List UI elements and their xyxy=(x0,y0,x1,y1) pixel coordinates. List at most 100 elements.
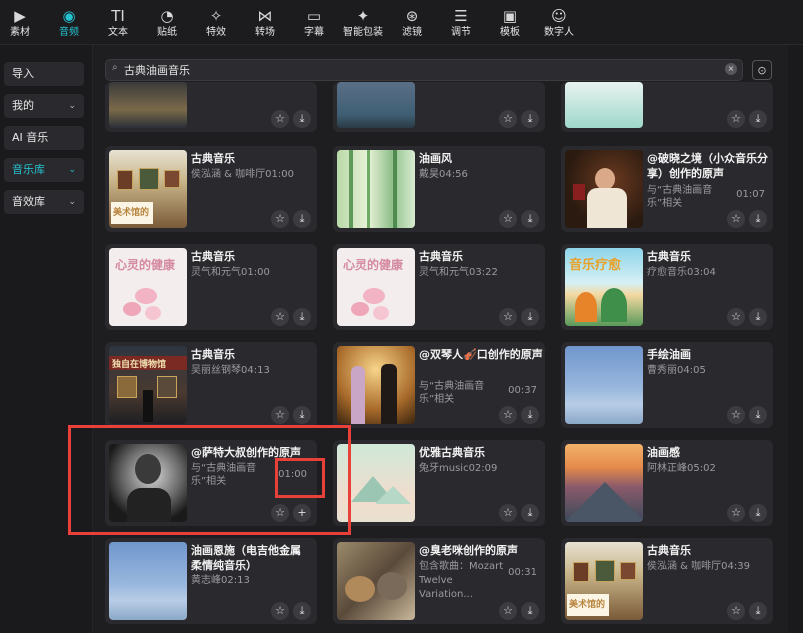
download-icon[interactable]: ⤓ xyxy=(293,406,311,424)
copyright-filter-button[interactable]: ⊙ xyxy=(752,60,772,80)
tab-media[interactable]: ▶ 素材 xyxy=(0,6,46,39)
favorite-star-icon[interactable]: ☆ xyxy=(499,210,517,228)
music-card[interactable]: 心灵的健康 古典音乐 灵气和元气03:22 ☆ ⤓ xyxy=(333,244,545,330)
sidebar-item-ai-music[interactable]: AI 音乐 xyxy=(4,126,84,150)
adjust-icon: ☰ xyxy=(454,7,468,25)
highlight-box-duration xyxy=(275,458,325,498)
music-card[interactable]: 优雅古典音乐 兔牙music02:09 ☆ ⤓ xyxy=(333,440,545,526)
download-icon[interactable]: ⤓ xyxy=(749,602,767,620)
download-icon[interactable]: ⤓ xyxy=(749,110,767,128)
tab-text[interactable]: TI 文本 xyxy=(92,6,144,39)
download-icon[interactable]: ⤓ xyxy=(749,210,767,228)
tab-caption[interactable]: ▭ 字幕 xyxy=(288,6,340,39)
tab-transition[interactable]: ⋈ 转场 xyxy=(239,6,291,39)
favorite-star-icon[interactable]: ☆ xyxy=(727,110,745,128)
duration: 01:07 xyxy=(736,189,765,200)
download-icon[interactable]: ⤓ xyxy=(521,602,539,620)
thumbnail-caption: 音乐疗愈 xyxy=(569,258,622,273)
music-card[interactable]: 美术馆的 古典音乐 侯泓涵 & 咖啡厅04:39 ☆ ⤓ xyxy=(561,538,773,624)
favorite-star-icon[interactable]: ☆ xyxy=(499,110,517,128)
search-input[interactable] xyxy=(124,61,714,79)
favorite-star-icon[interactable]: ☆ xyxy=(727,406,745,424)
tab-adjust[interactable]: ☰ 调节 xyxy=(435,6,487,39)
tab-audio[interactable]: ◉ 音频 xyxy=(43,6,95,39)
music-card[interactable]: ☆ ⤓ xyxy=(105,82,317,132)
music-card[interactable]: @臭老咪创作的原声 包含歌曲：Mozart Twelve Variation..… xyxy=(333,538,545,624)
download-icon[interactable]: ⤓ xyxy=(521,110,539,128)
related-note: 与“古典油画音乐”相关 xyxy=(647,185,713,209)
download-icon[interactable]: ⤓ xyxy=(293,308,311,326)
music-card[interactable]: @破晓之境（小众音乐分享）创作的原声 与“古典油画音乐”相关 01:07 ☆ ⤓ xyxy=(561,146,773,232)
clear-icon[interactable]: × xyxy=(725,63,737,75)
sidebar-item-mine[interactable]: 我的 ⌄ xyxy=(4,94,84,118)
music-card[interactable]: 油画感 阿林正峰05:02 ☆ ⤓ xyxy=(561,440,773,526)
favorite-star-icon[interactable]: ☆ xyxy=(271,602,289,620)
scrollbar[interactable] xyxy=(788,45,803,633)
music-thumbnail xyxy=(565,346,643,424)
favorite-star-icon[interactable]: ☆ xyxy=(271,210,289,228)
sidebar-item-import[interactable]: 导入 xyxy=(4,62,84,86)
music-thumbnail xyxy=(337,346,415,424)
music-card[interactable]: 手绘油画 曹秀丽04:05 ☆ ⤓ xyxy=(561,342,773,428)
music-card[interactable]: 油画恩施（电吉他金属柔情纯音乐） 黄志峰02:13 ☆ ⤓ xyxy=(105,538,317,624)
audio-icon: ◉ xyxy=(62,7,76,25)
favorite-star-icon[interactable]: ☆ xyxy=(271,406,289,424)
music-title: @破晓之境（小众音乐分享）创作的原声 xyxy=(647,152,768,180)
sidebar-item-label: 我的 xyxy=(12,99,34,112)
music-thumbnail: 音乐疗愈 xyxy=(565,248,643,326)
tab-filter[interactable]: ⊛ 滤镜 xyxy=(386,6,438,39)
music-thumbnail xyxy=(337,542,415,620)
sidebar-item-sfx-library[interactable]: 音效库 ⌄ xyxy=(4,190,84,214)
download-icon[interactable]: ⤓ xyxy=(521,308,539,326)
favorite-star-icon[interactable]: ☆ xyxy=(727,504,745,522)
favorite-star-icon[interactable]: ☆ xyxy=(499,308,517,326)
music-card[interactable]: @双琴人🎻口创作的原声 与“古典油画音乐”相关 00:37 ☆ ⤓ xyxy=(333,342,545,428)
download-icon[interactable]: ⤓ xyxy=(521,504,539,522)
tab-sticker[interactable]: ◔ 贴纸 xyxy=(141,6,193,39)
favorite-star-icon[interactable]: ☆ xyxy=(727,210,745,228)
tab-digital-human[interactable]: ☺ 数字人 xyxy=(533,6,585,39)
music-card[interactable]: 油画风 戴昊04:56 ☆ ⤓ xyxy=(333,146,545,232)
music-card[interactable]: 音乐疗愈 古典音乐 疗愈音乐03:04 ☆ ⤓ xyxy=(561,244,773,330)
favorite-star-icon[interactable]: ☆ xyxy=(271,110,289,128)
sidebar-item-music-library[interactable]: 音乐库 ⌄ xyxy=(4,158,84,182)
music-thumbnail xyxy=(565,150,643,228)
music-card[interactable]: 心灵的健康 古典音乐 灵气和元气01:00 ☆ ⤓ xyxy=(105,244,317,330)
tab-label: 智能包装 xyxy=(343,27,383,38)
music-card[interactable]: ☆ ⤓ xyxy=(333,82,545,132)
download-icon[interactable]: ⤓ xyxy=(749,406,767,424)
favorite-star-icon[interactable]: ☆ xyxy=(499,504,517,522)
music-thumbnail xyxy=(565,444,643,522)
music-thumbnail: 心灵的健康 xyxy=(337,248,415,326)
music-meta: 灵气和元气03:22 xyxy=(419,267,498,278)
music-meta: 吴丽丝钢琴04:13 xyxy=(191,365,270,376)
download-icon[interactable]: ⤓ xyxy=(521,210,539,228)
music-thumbnail: 心灵的健康 xyxy=(109,248,187,326)
duration: 00:37 xyxy=(508,385,537,396)
music-meta: 曹秀丽04:05 xyxy=(647,365,706,376)
download-icon[interactable]: ⤓ xyxy=(749,308,767,326)
favorite-star-icon[interactable]: ☆ xyxy=(727,308,745,326)
tab-label: 滤镜 xyxy=(402,27,422,38)
tab-effects[interactable]: ✧ 特效 xyxy=(190,6,242,39)
music-card[interactable]: 独自在博物馆 古典音乐 吴丽丝钢琴04:13 ☆ ⤓ xyxy=(105,342,317,428)
tab-template[interactable]: ▣ 模板 xyxy=(484,6,536,39)
music-meta: 包含歌曲：Mozart Twelve Variation... xyxy=(419,561,504,600)
music-title: @双琴人🎻口创作的原声 xyxy=(419,348,543,361)
download-icon[interactable]: ⤓ xyxy=(293,210,311,228)
download-icon[interactable]: ⤓ xyxy=(749,504,767,522)
favorite-star-icon[interactable]: ☆ xyxy=(499,602,517,620)
favorite-star-icon[interactable]: ☆ xyxy=(727,602,745,620)
related-note: 与“古典油画音乐”相关 xyxy=(419,381,485,405)
music-card[interactable]: 美术馆的 古典音乐 侯泓涵 & 咖啡厅01:00 ☆ ⤓ xyxy=(105,146,317,232)
download-icon[interactable]: ⤓ xyxy=(293,602,311,620)
download-icon[interactable]: ⤓ xyxy=(293,110,311,128)
tab-smart-pack[interactable]: ✦ 智能包装 xyxy=(337,6,389,39)
favorite-star-icon[interactable]: ☆ xyxy=(499,406,517,424)
tab-label: 调节 xyxy=(451,27,471,38)
music-card[interactable]: ☆ ⤓ xyxy=(561,82,773,132)
music-thumbnail xyxy=(337,82,415,128)
sidebar-item-label: 导入 xyxy=(12,67,34,80)
favorite-star-icon[interactable]: ☆ xyxy=(271,308,289,326)
download-icon[interactable]: ⤓ xyxy=(521,406,539,424)
